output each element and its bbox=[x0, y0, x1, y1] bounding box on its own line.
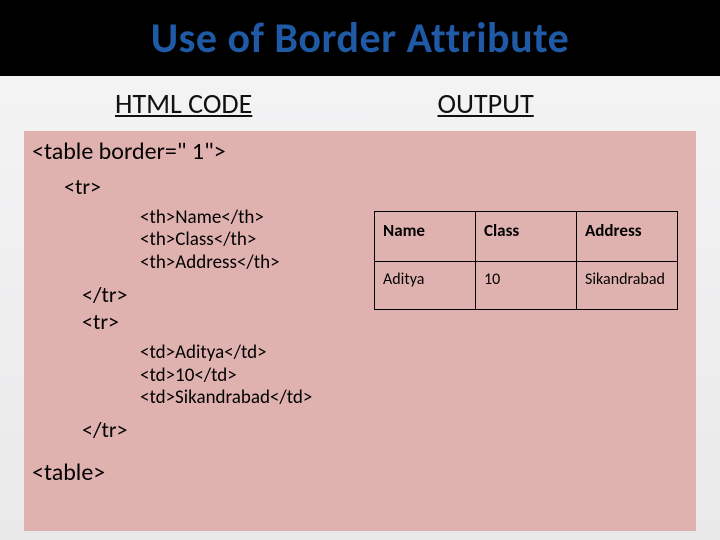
table-header-row: Name Class Address bbox=[375, 212, 678, 262]
output-panel: Name Class Address Aditya 10 Sikandrabad bbox=[360, 131, 696, 531]
th-address: Address bbox=[577, 212, 678, 262]
code-panel: <table border=" 1"> <tr> <th>Name</th> <… bbox=[24, 131, 360, 531]
content-area: <table border=" 1"> <tr> <th>Name</th> <… bbox=[0, 125, 720, 531]
code-line: <td>Aditya</td> bbox=[32, 342, 352, 365]
code-line: <td>Sikandrabad</td> bbox=[32, 387, 352, 410]
td-name: Aditya bbox=[375, 262, 476, 310]
table-row: Aditya 10 Sikandrabad bbox=[375, 262, 678, 310]
code-line: <tr> bbox=[32, 173, 352, 201]
column-headings: HTML CODE OUTPUT bbox=[0, 76, 720, 125]
code-line: <td>10</td> bbox=[32, 365, 352, 388]
code-line: <table border=" 1"> bbox=[32, 137, 352, 167]
code-line: <th>Address</th> bbox=[32, 252, 352, 275]
code-line: <th>Name</th> bbox=[32, 207, 352, 230]
th-name: Name bbox=[375, 212, 476, 262]
code-line: </tr> bbox=[32, 281, 352, 309]
td-class: 10 bbox=[476, 262, 577, 310]
output-table-wrap: Name Class Address Aditya 10 Sikandrabad bbox=[374, 137, 688, 310]
code-line: <table> bbox=[32, 458, 352, 488]
td-address: Sikandrabad bbox=[577, 262, 678, 310]
slide-title: Use of Border Attribute bbox=[151, 13, 570, 64]
title-bar: Use of Border Attribute bbox=[0, 0, 720, 76]
code-line: <th>Class</th> bbox=[32, 229, 352, 252]
th-class: Class bbox=[476, 212, 577, 262]
heading-output: OUTPUT bbox=[338, 86, 661, 121]
code-line: </tr> bbox=[32, 416, 352, 444]
heading-html-code: HTML CODE bbox=[60, 86, 338, 121]
output-table: Name Class Address Aditya 10 Sikandrabad bbox=[374, 211, 678, 310]
code-line: <tr> bbox=[32, 308, 352, 336]
